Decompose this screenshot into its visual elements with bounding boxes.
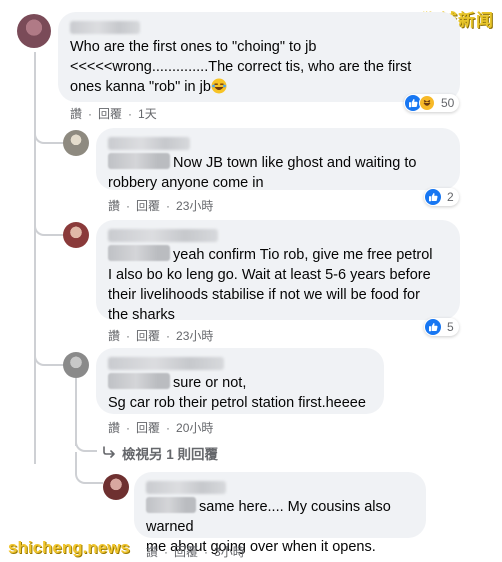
comment-text: sure or not, Sg car rob their petrol sta… <box>108 373 366 411</box>
reaction-count: 50 <box>441 96 455 110</box>
comment-actions: 讚 · 回覆 · 1天 <box>70 105 157 122</box>
like-icon <box>425 319 441 335</box>
avatar[interactable] <box>63 352 89 378</box>
comment-bubble: same here.... My cousins also warned me … <box>134 472 426 555</box>
comment-timestamp[interactable]: 20小時 <box>176 419 213 436</box>
comment-timestamp[interactable]: 1天 <box>138 105 157 122</box>
comment-timestamp[interactable]: 3小時 <box>214 543 245 560</box>
comment-author[interactable] <box>70 20 448 35</box>
comment-timestamp[interactable]: 23小時 <box>176 327 213 344</box>
avatar[interactable] <box>63 222 89 248</box>
reaction-summary[interactable]: 5 <box>424 318 459 336</box>
reply-button[interactable]: 回覆 <box>98 105 122 122</box>
reply-button[interactable]: 回覆 <box>136 327 160 344</box>
comment-text: Who are the first ones to "choing" to jb… <box>70 39 412 95</box>
comment-actions: 讚 · 回覆 · 20小時 <box>108 419 214 436</box>
thread-elbow-1 <box>34 118 64 144</box>
comment-author[interactable] <box>146 480 414 495</box>
reply-button[interactable]: 回覆 <box>174 543 198 560</box>
thread-elbow-3 <box>34 340 64 366</box>
reaction-count: 2 <box>447 190 454 204</box>
reaction-count: 5 <box>447 320 454 334</box>
like-button[interactable]: 讚 <box>146 543 158 560</box>
avatar[interactable] <box>63 130 89 156</box>
thread-elbow-2 <box>34 210 64 236</box>
comment-bubble: Who are the first ones to "choing" to jb… <box>58 12 460 102</box>
reply-button[interactable]: 回覆 <box>136 197 160 214</box>
comment-actions: 讚 · 回覆 · 23小時 <box>108 197 214 214</box>
thread-line-main <box>34 52 36 464</box>
crying-laughing-emoji-icon <box>211 78 227 95</box>
watermark-bottom: shicheng.news <box>8 538 130 557</box>
like-button[interactable]: 讚 <box>108 327 120 344</box>
avatar[interactable] <box>103 474 129 500</box>
comment-author[interactable] <box>108 228 448 243</box>
thread-elbow-5 <box>75 452 103 484</box>
comment-actions: 讚 · 回覆 · 23小時 <box>108 327 214 344</box>
comment-actions: 讚 · 回覆 · 3小時 <box>146 543 245 560</box>
reaction-summary[interactable]: 50 <box>404 94 460 112</box>
haha-icon <box>419 95 435 111</box>
comment-author[interactable] <box>108 136 448 151</box>
like-icon <box>425 189 441 205</box>
view-more-replies-button[interactable]: 檢視另 1 則回覆 <box>102 443 218 463</box>
avatar[interactable] <box>17 14 51 48</box>
comment-text: yeah confirm Tio rob, give me free petro… <box>108 245 433 323</box>
like-button[interactable]: 讚 <box>70 105 82 122</box>
comment-bubble: yeah confirm Tio rob, give me free petro… <box>96 220 460 323</box>
reaction-summary[interactable]: 2 <box>424 188 459 206</box>
comment-author[interactable] <box>108 356 372 371</box>
reply-button[interactable]: 回覆 <box>136 419 160 436</box>
like-button[interactable]: 讚 <box>108 419 120 436</box>
comment-bubble: sure or not, Sg car rob their petrol sta… <box>96 348 384 414</box>
comment-bubble: Now JB town like ghost and waiting to ro… <box>96 128 460 191</box>
comment-timestamp[interactable]: 23小時 <box>176 197 213 214</box>
comment-text: Now JB town like ghost and waiting to ro… <box>108 153 417 191</box>
like-button[interactable]: 讚 <box>108 197 120 214</box>
reply-arrow-icon <box>102 445 116 461</box>
more-replies-label: 檢視另 1 則回覆 <box>122 447 219 462</box>
thread-elbow-4 <box>75 436 97 452</box>
